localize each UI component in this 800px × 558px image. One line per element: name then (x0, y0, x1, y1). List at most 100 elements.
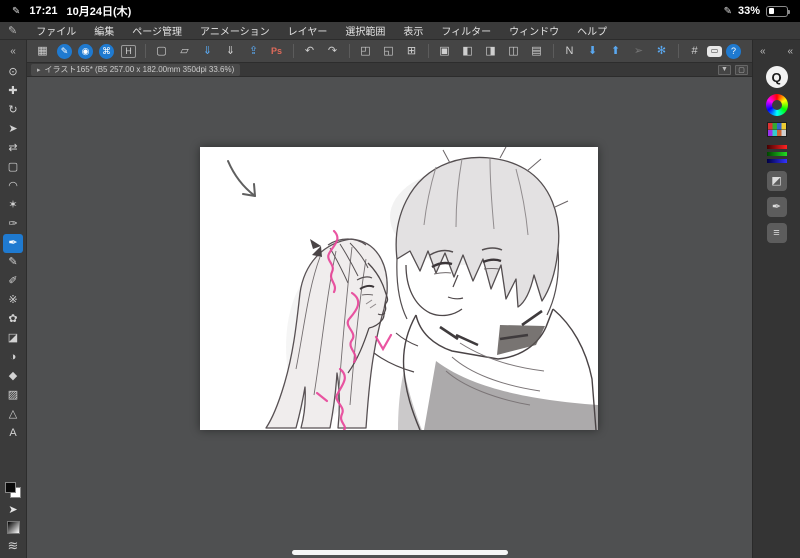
effect-icon[interactable]: ✻ (651, 42, 672, 60)
ipad-status-bar: ✎ 17:21 10月24日(木) ✎ 33% (0, 0, 800, 22)
canvas-document[interactable] (200, 147, 598, 430)
pen-settings-icon[interactable]: ✎ (57, 43, 72, 59)
tab-dropdown-icon[interactable]: ▼ (718, 64, 731, 75)
toolbar-separator (674, 44, 679, 58)
gradient-chip-icon[interactable] (6, 521, 20, 534)
brush-tool[interactable]: ✐ (3, 272, 23, 291)
clip-studio-paint-app: ✎ 17:21 10月24日(木) ✎ 33% ✎ ファイル 編集 ページ管理 アニメ… (0, 0, 800, 558)
lasso-tool[interactable]: ◠ (3, 177, 23, 196)
waves-icon[interactable]: ≋ (8, 539, 19, 552)
menu-items: ファイル 編集 ページ管理 アニメーション レイヤー 選択範囲 表示 フィルター ウィンドウ ヘル… (27, 23, 616, 38)
layer-up-icon[interactable]: ⬆ (605, 42, 626, 60)
document-tab[interactable]: ▸ イラスト165* (B5 257.00 x 182.00mm 350dpi … (31, 63, 241, 76)
foreground-color-swatch[interactable] (5, 482, 16, 493)
psd-export-icon[interactable]: Ps (266, 42, 287, 60)
palette-dock: « « Q ◩ ✒ ≡ (752, 40, 800, 558)
undo-icon[interactable]: ↶ (299, 42, 320, 60)
new-file-icon[interactable]: ▢ (151, 42, 172, 60)
tool-glyph: ➤ (8, 123, 18, 135)
tool-glyph: ✶ (8, 199, 18, 211)
tool-glyph: ※ (8, 294, 18, 306)
menu-page-management[interactable]: ページ管理 (123, 23, 191, 38)
export-icon[interactable]: ⇪ (243, 42, 264, 60)
help-icon[interactable]: ? (726, 43, 741, 59)
gradient-tool[interactable]: ▨ (3, 386, 23, 405)
canvas-area[interactable] (27, 77, 752, 558)
layer-blend-icon[interactable]: N (559, 42, 580, 60)
flip-canvas-icon[interactable]: ◧ (457, 42, 478, 60)
hide-interface-icon[interactable]: H (121, 44, 136, 58)
collapse-dock-left-icon[interactable]: « (760, 46, 766, 57)
save-icon[interactable]: ⇓ (197, 42, 218, 60)
open-file-icon[interactable]: ▱ (174, 42, 195, 60)
menu-filter[interactable]: フィルター (432, 23, 500, 38)
sub-tool-panel-icon[interactable]: ✒ (766, 197, 787, 217)
shortcut-keys-icon[interactable]: ⌘ (99, 43, 114, 59)
mesh-transform-icon[interactable]: ⊞ (401, 42, 422, 60)
command-glyph: # (691, 44, 698, 57)
grid-toggle-icon[interactable]: # (684, 42, 705, 60)
selection-tool[interactable]: ▢ (3, 158, 23, 177)
cursor-arrow-icon[interactable]: ➤ (8, 503, 17, 516)
menu-edit[interactable]: 編集 (85, 23, 123, 38)
command-glyph: ▱ (180, 44, 189, 57)
figure-tool[interactable]: △ (3, 405, 23, 424)
auto-select-tool[interactable]: ✶ (3, 196, 23, 215)
zoom-tool[interactable]: ⊙ (3, 63, 23, 82)
status-right-group: ✎ 33% (724, 5, 790, 17)
canvas-panel-icon[interactable]: ▣ (434, 42, 455, 60)
menu-animation[interactable]: アニメーション (191, 23, 279, 38)
fill-tool[interactable]: ◆ (3, 367, 23, 386)
material-panel-icon[interactable]: ◩ (766, 171, 787, 191)
touch-gesture-icon[interactable]: ◉ (78, 43, 93, 59)
collapse-dock-right-icon[interactable]: « (787, 46, 793, 57)
brush-size-panel-icon[interactable]: ≡ (766, 223, 787, 243)
color-slider-icon[interactable] (766, 143, 787, 165)
tool-glyph: ✒ (8, 237, 18, 249)
eyedropper-tool[interactable]: ✑ (3, 215, 23, 234)
rotate-view-icon[interactable]: ◨ (480, 42, 501, 60)
layer-move-tool[interactable]: ⇄ (3, 139, 23, 158)
color-set-icon[interactable] (766, 122, 787, 137)
menu-file[interactable]: ファイル (27, 23, 85, 38)
quick-access-icon[interactable]: Q (765, 66, 788, 88)
pencil-tool[interactable]: ✎ (3, 253, 23, 272)
artwork-sketch (227, 147, 598, 430)
home-indicator[interactable] (292, 550, 508, 555)
save-as-icon[interactable]: ⇓ (220, 42, 241, 60)
redo-icon[interactable]: ↷ (322, 42, 343, 60)
move-canvas-tool[interactable]: ✚ (3, 82, 23, 101)
publish-icon[interactable]: ➢ (628, 42, 649, 60)
blend-tool[interactable]: ◑ (3, 348, 23, 367)
menu-layer[interactable]: レイヤー (279, 23, 337, 38)
app-pen-icon[interactable]: ✎ (8, 24, 17, 37)
menu-help[interactable]: ヘルプ (568, 23, 616, 38)
tool-glyph: ◠ (8, 180, 18, 192)
operation-tool[interactable]: ➤ (3, 120, 23, 139)
snap-settings-icon[interactable]: ▤ (526, 42, 547, 60)
decoration-tool[interactable]: ✿ (3, 310, 23, 329)
command-glyph: ⌘ (102, 45, 111, 56)
crop-view-icon[interactable]: ◫ (503, 42, 524, 60)
command-glyph: ✻ (656, 44, 667, 57)
pen-tool[interactable]: ✒ (3, 234, 23, 253)
scale-transform-icon[interactable]: ◱ (378, 42, 399, 60)
color-wheel-icon[interactable] (765, 94, 788, 116)
document-tab-bar: ▸ イラスト165* (B5 257.00 x 182.00mm 350dpi … (27, 63, 752, 77)
layer-down-icon[interactable]: ⬇ (582, 42, 603, 60)
rotate-canvas-tool[interactable]: ↻ (3, 101, 23, 120)
tab-detach-icon[interactable]: ▢ (735, 64, 748, 75)
status-date: 10月24日(木) (66, 6, 132, 18)
text-tool[interactable]: A (3, 424, 23, 443)
free-transform-icon[interactable]: ◰ (355, 42, 376, 60)
menu-selection[interactable]: 選択範囲 (336, 23, 394, 38)
workspace-layout-icon[interactable]: ▦ (32, 42, 53, 60)
presentation-icon[interactable]: ▭ (707, 45, 722, 57)
palette-icons: Q ◩ ✒ ≡ (765, 63, 788, 246)
eraser-tool[interactable]: ◪ (3, 329, 23, 348)
airbrush-tool[interactable]: ※ (3, 291, 23, 310)
menu-window[interactable]: ウィンドウ (500, 23, 568, 38)
menu-view[interactable]: 表示 (394, 23, 432, 38)
collapse-tool-strip-icon[interactable]: « (10, 40, 16, 63)
color-swatch-pair[interactable] (5, 482, 21, 498)
